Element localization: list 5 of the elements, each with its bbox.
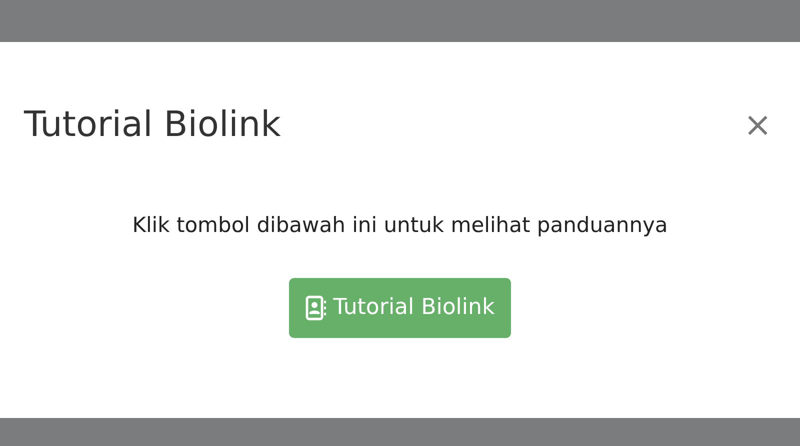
modal-title: Tutorial Biolink xyxy=(24,104,281,146)
tutorial-button[interactable]: Tutorial Biolink xyxy=(289,278,511,338)
modal-message: Klik tombol dibawah ini untuk melihat panduannya xyxy=(131,212,669,239)
contact-book-icon xyxy=(305,294,328,320)
close-button[interactable]: × xyxy=(738,108,778,142)
